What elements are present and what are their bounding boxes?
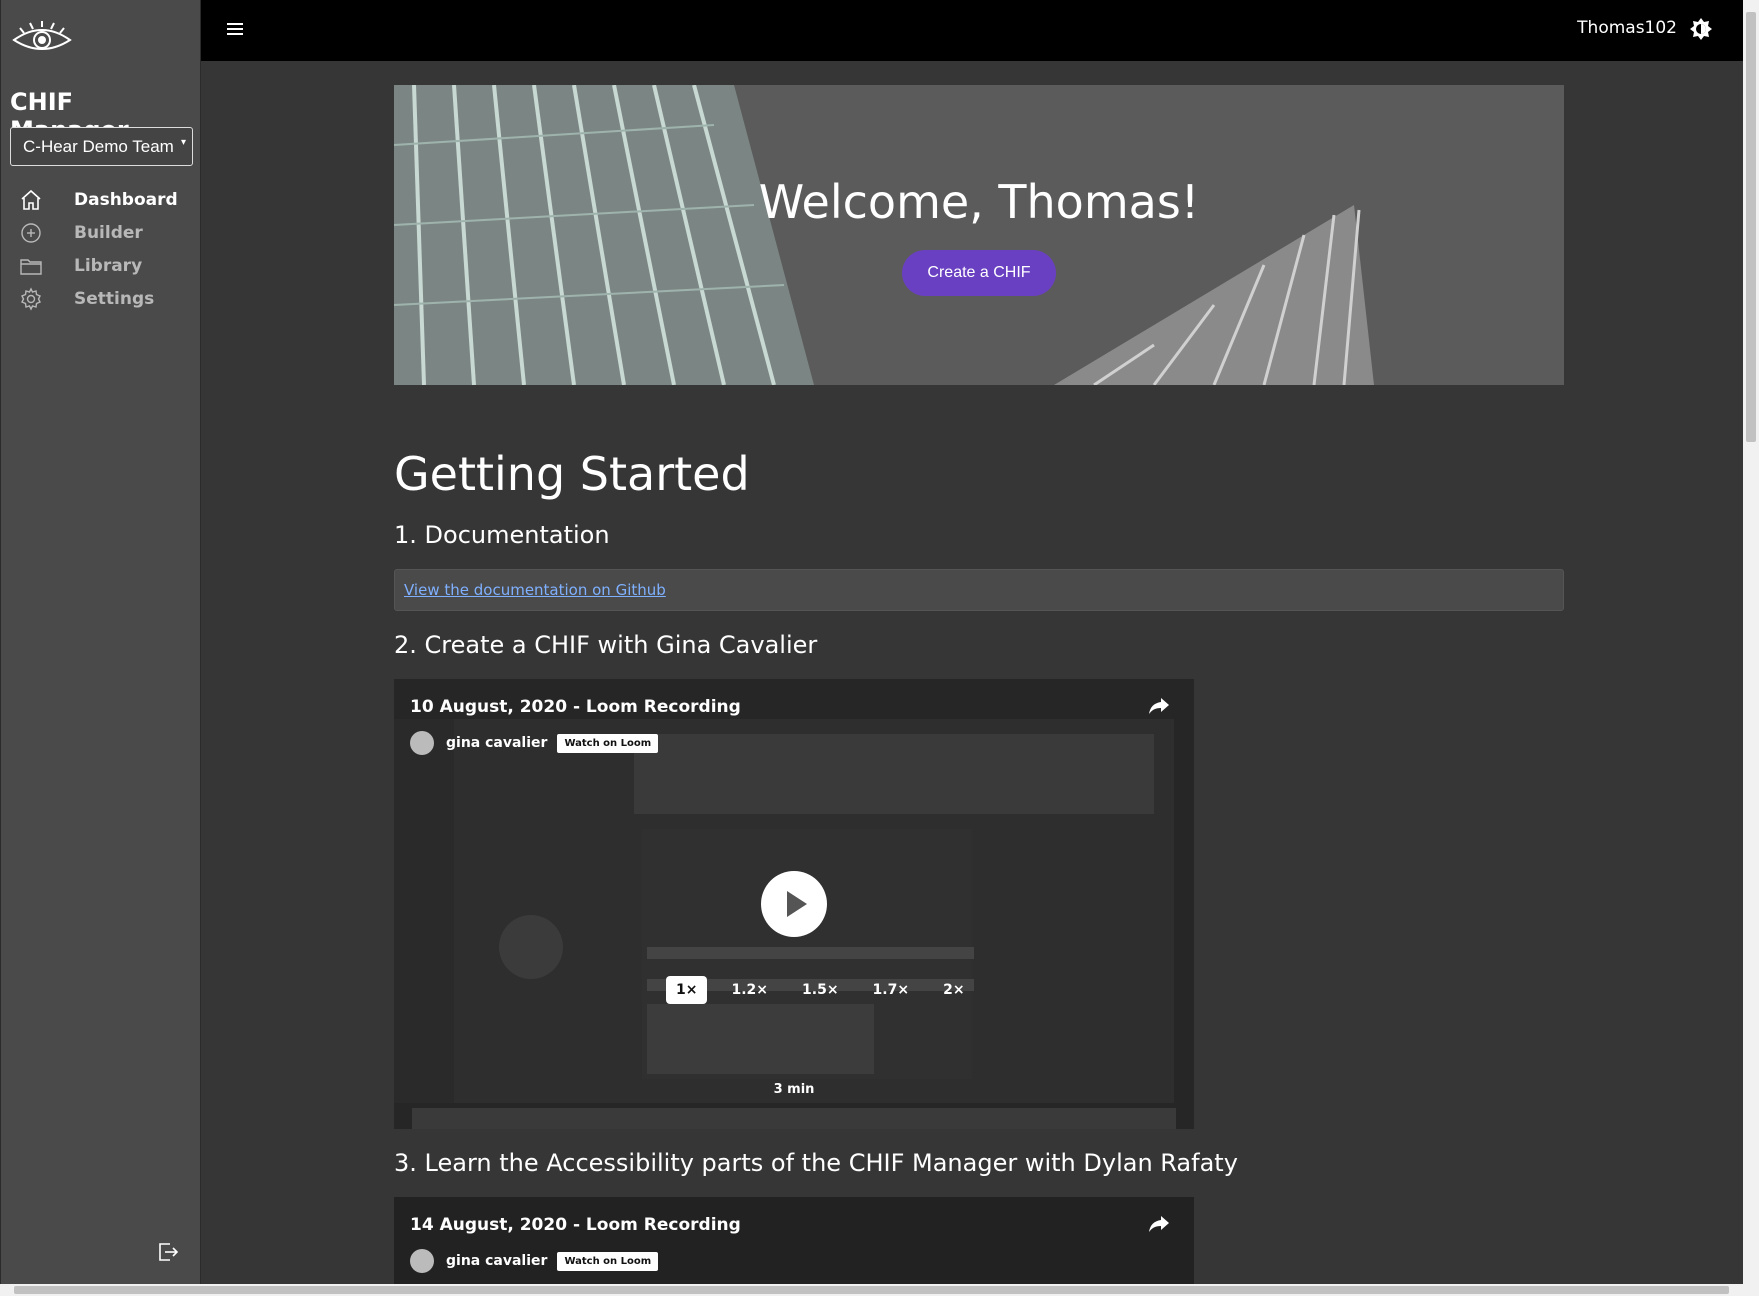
team-select-value: C-Hear Demo Team: [23, 136, 174, 156]
welcome-banner: Welcome, Thomas! Create a CHIF: [394, 85, 1564, 385]
video-author: gina cavalier: [446, 735, 548, 751]
username[interactable]: Thomas102: [1577, 18, 1677, 38]
loom-video-player-2[interactable]: 14 August, 2020 - Loom Recording gina ca…: [394, 1197, 1194, 1284]
top-bar: Thomas102: [201, 0, 1743, 61]
avatar: [410, 731, 434, 755]
create-chif-button[interactable]: Create a CHIF: [902, 250, 1056, 296]
speed-option-1-5x[interactable]: 1.5×: [792, 976, 849, 1004]
video-author: gina cavalier: [446, 1253, 548, 1269]
sidebar-item-label: Builder: [74, 222, 143, 243]
share-icon[interactable]: [1148, 1214, 1170, 1234]
play-button[interactable]: [761, 871, 827, 937]
video1-heading: 2. Create a CHIF with Gina Cavalier: [394, 631, 818, 659]
avatar: [410, 1249, 434, 1273]
documentation-heading: 1. Documentation: [394, 521, 610, 549]
speed-option-1-2x[interactable]: 1.2×: [721, 976, 778, 1004]
speed-option-2x[interactable]: 2×: [933, 976, 974, 1004]
horizontal-scrollbar-thumb[interactable]: [14, 1286, 1729, 1294]
sidebar: CHIF Manager C-Hear Demo Team ▾ Dashboar…: [0, 0, 201, 1284]
sidebar-item-builder[interactable]: Builder: [1, 216, 201, 249]
watch-on-loom-button[interactable]: Watch on Loom: [557, 1251, 659, 1271]
share-icon[interactable]: [1148, 696, 1170, 716]
hamburger-menu-icon[interactable]: [225, 20, 245, 38]
video-author-row: gina cavalier Watch on Loom: [410, 1249, 659, 1273]
video-duration: 3 min: [773, 1082, 815, 1097]
vertical-scrollbar-thumb[interactable]: [1746, 12, 1756, 442]
eye-logo-icon: [12, 21, 72, 50]
theme-toggle-icon[interactable]: [1689, 17, 1713, 41]
welcome-title: Welcome, Thomas!: [758, 175, 1200, 229]
video-title: 10 August, 2020 - Loom Recording: [410, 697, 741, 717]
watch-on-loom-button[interactable]: Watch on Loom: [557, 733, 659, 753]
video2-heading: 3. Learn the Accessibility parts of the …: [394, 1149, 1238, 1177]
vertical-scrollbar[interactable]: [1743, 0, 1759, 1284]
documentation-link[interactable]: View the documentation on Github: [404, 581, 666, 599]
sidebar-nav: Dashboard Builder Library Settings: [1, 183, 201, 315]
building-background-image: [394, 85, 1564, 385]
video-title: 14 August, 2020 - Loom Recording: [410, 1215, 741, 1235]
loom-video-player[interactable]: 10 August, 2020 - Loom Recording gina ca…: [394, 679, 1194, 1129]
folder-icon: [19, 254, 43, 278]
gear-icon: [19, 286, 43, 311]
sidebar-item-label: Library: [74, 255, 143, 276]
sidebar-item-dashboard[interactable]: Dashboard: [1, 183, 201, 216]
horizontal-scrollbar[interactable]: [0, 1284, 1759, 1296]
sidebar-item-label: Settings: [74, 288, 155, 309]
sidebar-item-library[interactable]: Library: [1, 249, 201, 282]
plus-circle-icon: [19, 221, 43, 245]
sidebar-item-settings[interactable]: Settings: [1, 282, 201, 315]
video-dock-strip: [412, 1108, 1176, 1129]
logout-icon[interactable]: [156, 1240, 180, 1264]
home-icon: [19, 188, 43, 212]
speed-option-1-7x[interactable]: 1.7×: [863, 976, 920, 1004]
playback-speed-options: 1× 1.2× 1.5× 1.7× 2×: [666, 976, 975, 1004]
video-author-row: gina cavalier Watch on Loom: [410, 731, 659, 755]
sidebar-item-label: Dashboard: [74, 189, 178, 210]
chevron-down-icon: ▾: [180, 137, 186, 148]
documentation-box: View the documentation on Github: [394, 569, 1564, 611]
team-select[interactable]: C-Hear Demo Team ▾: [10, 127, 193, 166]
speed-option-1x[interactable]: 1×: [666, 976, 708, 1004]
getting-started-title: Getting Started: [394, 447, 750, 501]
